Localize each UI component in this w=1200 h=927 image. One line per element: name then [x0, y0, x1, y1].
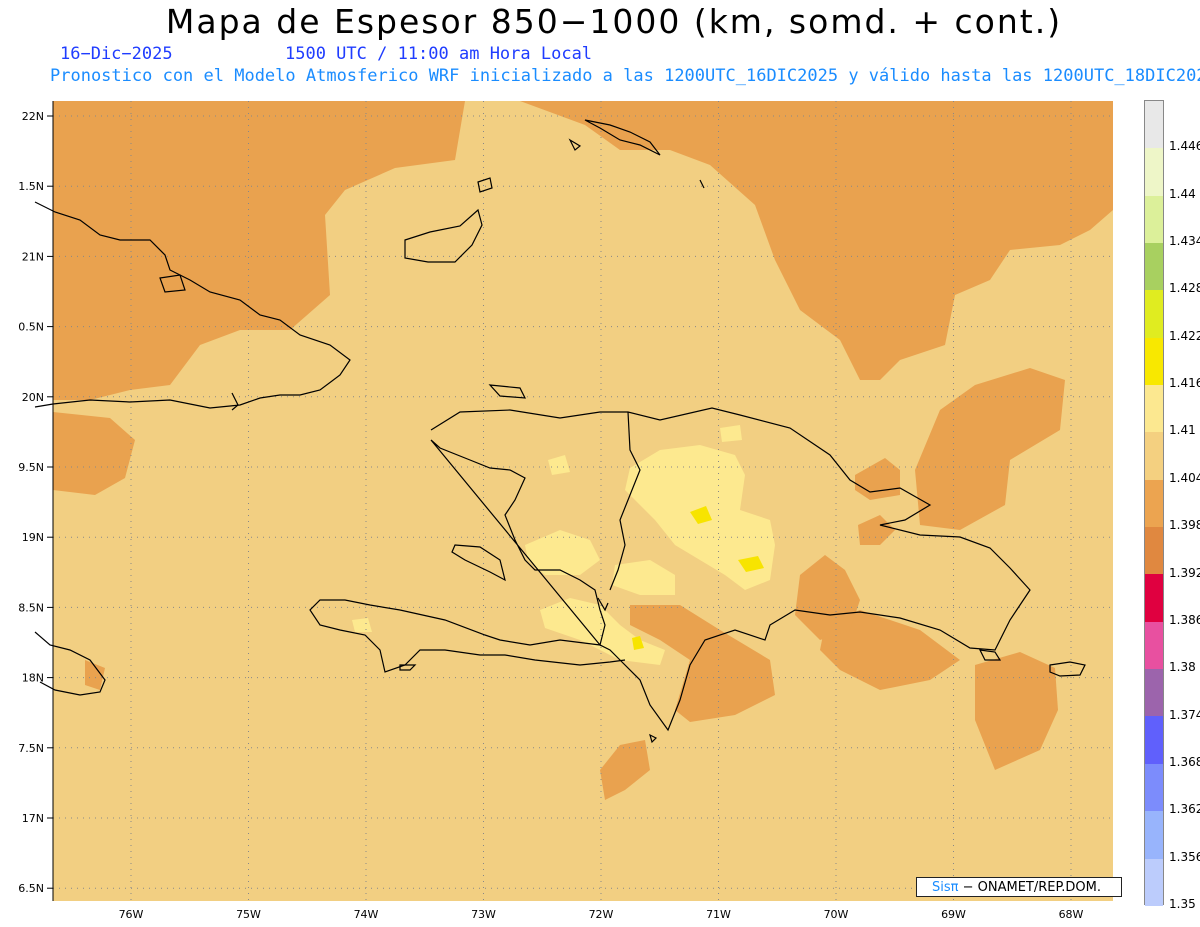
x-tick-label: 69W — [941, 908, 966, 921]
colorbar-segment — [1145, 858, 1163, 906]
y-tick-label: 21N — [22, 250, 44, 263]
colorbar-segment — [1145, 432, 1163, 480]
colorbar-label: 1.422 — [1169, 328, 1200, 343]
colorbar — [1144, 100, 1164, 906]
colorbar-segment — [1145, 290, 1163, 338]
colorbar-segment — [1145, 621, 1163, 670]
colorbar-label: 1.446 — [1169, 139, 1200, 154]
x-tick-label: 75W — [236, 908, 261, 921]
colorbar-segment — [1145, 763, 1163, 812]
colorbar-label: 1.38 — [1169, 660, 1196, 675]
y-tick-label: 8.5N — [18, 601, 44, 614]
colorbar-segment — [1145, 337, 1163, 386]
colorbar-label: 1.392 — [1169, 565, 1200, 580]
thickness-map: 22N 1.5N 21N 0.5N 20N 9.5N 19N 8.5N 18N 7.5N 17N 6.… — [18, 101, 1113, 921]
colorbar-label: 1.35 — [1169, 897, 1196, 911]
y-tick-label: 9.5N — [18, 461, 44, 474]
y-tick-label: 18N — [22, 672, 44, 685]
y-axis-ticks: 22N 1.5N 21N 0.5N 20N 9.5N 19N 8.5N 18N 7.5N 17N 6.… — [18, 110, 53, 895]
y-tick-label: 20N — [22, 391, 44, 404]
colorbar-label: 1.416 — [1169, 376, 1200, 391]
y-tick-label: 17N — [22, 812, 44, 825]
credit-brand: Sisπ — [932, 880, 959, 895]
x-tick-label: 72W — [589, 908, 614, 921]
x-axis-ticks: 76W 75W 74W 73W 72W 71W 70W 69W 68W — [119, 908, 1084, 921]
colorbar-segment — [1145, 195, 1163, 244]
colorbar-segment — [1145, 479, 1163, 528]
colorbar-label: 1.44 — [1169, 186, 1196, 201]
colorbar-segment — [1145, 527, 1163, 575]
colorbar-segment — [1145, 669, 1163, 717]
colorbar-segment — [1145, 101, 1163, 149]
colorbar-label: 1.356 — [1169, 849, 1200, 864]
colorbar-label: 1.386 — [1169, 612, 1200, 627]
credit-text: − ONAMET/REP.DOM. — [958, 880, 1102, 895]
x-tick-label: 73W — [471, 908, 496, 921]
colorbar-label: 1.404 — [1169, 470, 1200, 485]
colorbar-label: 1.362 — [1169, 802, 1200, 817]
colorbar-label: 1.398 — [1169, 518, 1200, 533]
colorbar-segment — [1145, 811, 1163, 859]
y-tick-label: 7.5N — [18, 742, 44, 755]
colorbar-segment — [1145, 574, 1163, 622]
x-tick-label: 76W — [119, 908, 144, 921]
y-tick-label: 19N — [22, 531, 44, 544]
y-tick-label: 1.5N — [18, 180, 44, 193]
colorbar-segment — [1145, 716, 1163, 764]
y-tick-label: 6.5N — [18, 882, 44, 895]
colorbar-segment — [1145, 148, 1163, 196]
colorbar-label: 1.41 — [1169, 423, 1196, 438]
colorbar-label: 1.434 — [1169, 234, 1200, 249]
colorbar-segment — [1145, 385, 1163, 433]
x-tick-label: 70W — [824, 908, 849, 921]
colorbar-label: 1.374 — [1169, 707, 1200, 722]
colorbar-label: 1.368 — [1169, 754, 1200, 769]
x-tick-label: 68W — [1059, 908, 1084, 921]
colorbar-segment — [1145, 243, 1163, 291]
x-tick-label: 71W — [706, 908, 731, 921]
colorbar-label: 1.428 — [1169, 281, 1200, 296]
credit-box: Sisπ − ONAMET/REP.DOM. — [916, 877, 1122, 897]
y-tick-label: 0.5N — [18, 321, 44, 334]
y-tick-label: 22N — [22, 110, 44, 123]
x-tick-label: 74W — [354, 908, 379, 921]
